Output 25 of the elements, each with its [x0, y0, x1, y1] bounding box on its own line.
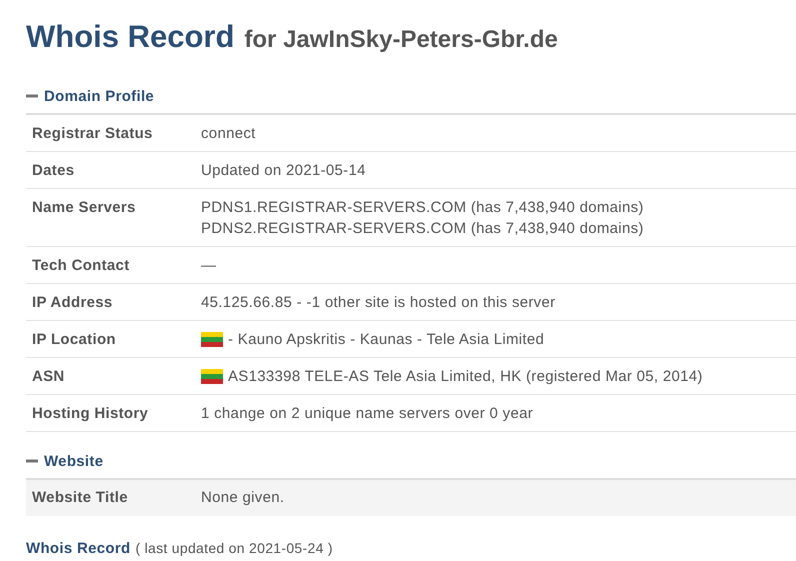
field-label: IP Location: [31, 330, 117, 348]
field-label: Dates: [31, 162, 76, 178]
section-heading[interactable]: Website: [44, 452, 104, 470]
domain-name: for JawInSky-Peters-Gbr.de: [244, 26, 558, 53]
field-value: - Kauno Apskritis - Kaunas - Tele Asia Limited: [228, 330, 544, 348]
field-value: connect: [201, 124, 256, 142]
field-label: Hosting History: [31, 404, 150, 422]
field-value: None given.: [201, 489, 284, 506]
section-heading[interactable]: Domain Profile: [44, 88, 154, 104]
field-value: 45.125.66.85 - -1 other site is hosted on this server: [201, 294, 556, 310]
field-value: AS133398 TELE-AS Tele Asia Limited, HK (registered Mar 05, 2014): [228, 368, 703, 384]
field-label: Tech Contact: [31, 256, 130, 274]
field-value: —: [201, 256, 216, 274]
field-label: IP Address: [31, 294, 114, 310]
field-label: ASN: [31, 368, 66, 384]
whois-record-link[interactable]: Whois Record: [26, 540, 130, 557]
page-title: Whois Record: [26, 19, 234, 54]
field-label: Registrar Status: [31, 124, 154, 142]
field-value: Updated on 2021-05-14: [201, 162, 366, 178]
field-label: Name Servers: [31, 198, 137, 218]
last-updated-note: ( last updated on 2021-05-24 ): [135, 540, 333, 556]
field-value: PDNS1.REGISTRAR-SERVERS.COM (has 7,438,940 domains): [201, 198, 644, 216]
field-value: 1 change on 2 unique name servers over 0 year: [201, 404, 534, 422]
field-value: PDNS2.REGISTRAR-SERVERS.COM (has 7,438,940 domains): [201, 220, 644, 236]
field-label: Website Title: [31, 489, 129, 506]
